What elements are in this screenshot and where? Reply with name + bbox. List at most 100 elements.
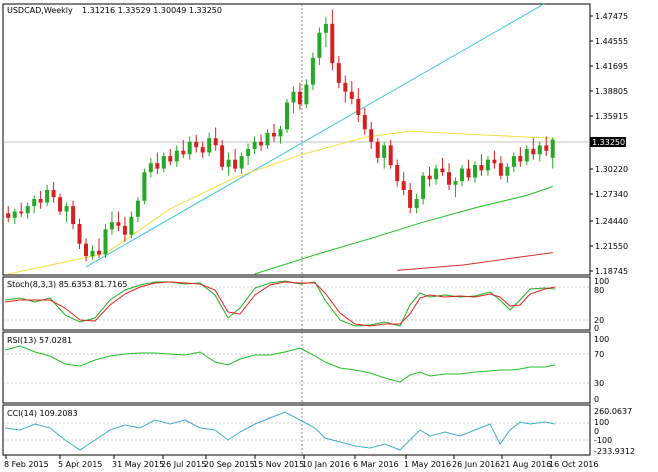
candle xyxy=(310,52,315,90)
candle-body xyxy=(414,199,419,208)
candle-body xyxy=(207,138,212,153)
candle xyxy=(142,168,147,205)
candle xyxy=(395,159,400,187)
symbol-label: USDCAD,Weekly xyxy=(7,6,73,15)
candle xyxy=(427,166,432,187)
candle-body xyxy=(103,229,108,255)
cci-line xyxy=(4,411,556,451)
candle-body xyxy=(343,82,348,92)
candle xyxy=(466,159,471,182)
candle-body xyxy=(38,199,43,203)
rsi-level-label-30: 30 xyxy=(594,379,604,388)
candle xyxy=(38,190,43,209)
candle xyxy=(317,27,322,65)
current-price-text: 1.33250 xyxy=(592,138,625,147)
date-axis: 8 Feb 2015 5 Apr 2015 31 May 201526 Jul 20… xyxy=(4,455,598,469)
candle-body xyxy=(19,211,24,214)
cci-level-label-max: 260.0637 xyxy=(594,407,632,416)
candle xyxy=(511,152,516,173)
candle xyxy=(239,152,244,174)
candle-body xyxy=(453,181,458,185)
candle-body xyxy=(168,156,173,162)
candle xyxy=(45,184,50,207)
candle xyxy=(71,200,76,230)
candle xyxy=(278,125,283,144)
cci-level-label-0: 0 xyxy=(594,427,599,436)
candle-body xyxy=(213,138,218,146)
candle xyxy=(129,211,134,239)
price-label: 1.35915 xyxy=(595,112,628,121)
date-label: 6 Mar 2016 xyxy=(353,460,399,469)
rsi-label: RSI(13) 57.0281 xyxy=(7,336,72,345)
candle-body xyxy=(356,98,361,115)
candle xyxy=(246,143,251,166)
candle-body xyxy=(473,165,477,178)
candle xyxy=(304,79,309,108)
candle xyxy=(434,165,439,185)
candle-body xyxy=(317,32,322,58)
candle xyxy=(194,134,199,153)
candle xyxy=(518,147,523,167)
cci-level-label-minus100: -100 xyxy=(594,436,612,445)
stoch-level-label-80: 80 xyxy=(594,286,604,295)
candle xyxy=(291,86,296,114)
candle-body xyxy=(323,23,328,33)
candle xyxy=(362,107,367,135)
candle-body xyxy=(129,216,134,235)
candle xyxy=(369,122,374,149)
candle-body xyxy=(511,156,516,167)
candle xyxy=(116,211,121,232)
candle xyxy=(323,16,328,48)
candle xyxy=(505,163,510,183)
candle xyxy=(440,157,445,176)
date-label: 26 Jul 2015 xyxy=(161,460,206,469)
candle-body xyxy=(485,159,490,171)
candle-body xyxy=(336,63,341,83)
price-label: 1.30220 xyxy=(595,165,628,174)
candle-body xyxy=(369,129,374,142)
candle-body xyxy=(233,159,238,169)
candle-body xyxy=(97,250,101,255)
stoch-level-label-0: 0 xyxy=(594,324,599,333)
candle-body xyxy=(226,159,231,167)
candle xyxy=(207,132,212,157)
candle xyxy=(213,127,218,151)
candle-body xyxy=(187,141,192,155)
candle-body xyxy=(297,91,302,105)
moving-average-red xyxy=(397,252,553,271)
candle xyxy=(187,136,192,160)
candle xyxy=(297,82,302,110)
candle-body xyxy=(51,190,56,198)
candle-body xyxy=(388,145,393,166)
price-label: 1.24440 xyxy=(595,217,628,226)
candle-body xyxy=(25,206,30,214)
cci-pane xyxy=(2,404,591,456)
date-label: 8 Feb 2015 xyxy=(4,460,49,469)
candle xyxy=(200,141,205,158)
price-label: 1.38805 xyxy=(595,87,628,96)
date-label: 1 May 2016 xyxy=(404,460,451,469)
candle xyxy=(485,156,490,176)
candle xyxy=(285,98,289,133)
candle-body xyxy=(518,156,523,162)
candles xyxy=(6,9,555,262)
candle xyxy=(473,161,477,183)
candle-body xyxy=(12,211,17,218)
candle xyxy=(226,152,231,176)
cci-level-label-min: -233.9312 xyxy=(594,447,635,456)
candle-body xyxy=(155,163,160,169)
price-label: 1.21550 xyxy=(595,242,628,251)
candle xyxy=(265,129,270,149)
candle xyxy=(479,154,484,176)
cci-level-label-100: 100 xyxy=(594,418,609,427)
candle xyxy=(51,181,56,203)
candle-body xyxy=(64,206,69,212)
candle-body xyxy=(174,150,179,162)
candle xyxy=(349,81,354,105)
date-label: 16 Oct 2016 xyxy=(549,460,598,469)
candle-body xyxy=(498,163,503,176)
candle xyxy=(252,136,257,155)
candle xyxy=(421,172,426,205)
candle-body xyxy=(58,197,63,212)
candle-body xyxy=(330,23,335,64)
